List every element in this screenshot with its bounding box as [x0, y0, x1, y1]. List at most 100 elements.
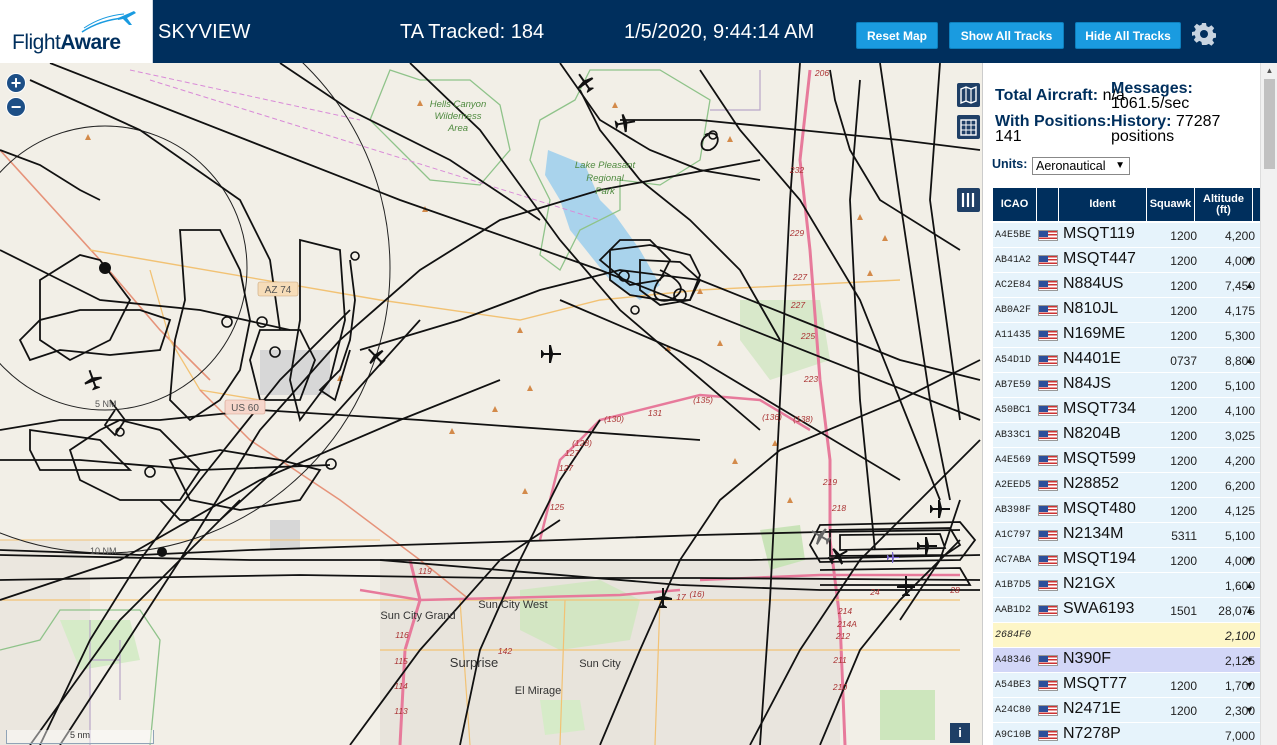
icao-cell: AB41A2	[995, 255, 1032, 266]
icao-cell: 2684F0	[995, 630, 1032, 641]
table-row[interactable]: A2EED5 N28852 1200 6,200	[993, 473, 1263, 498]
panel-scrollbar[interactable]: ▲	[1260, 63, 1277, 745]
zoom-out-button[interactable]: −	[6, 97, 26, 117]
ident-cell: N810JL	[1063, 300, 1119, 317]
icao-cell: A1B7D5	[995, 580, 1032, 591]
table-row[interactable]: A54BE3 MSQT77 1200 1,700 ▼	[993, 673, 1263, 698]
clock: 1/5/2020, 9:44:14 AM	[624, 21, 815, 43]
us-flag-icon	[1038, 430, 1058, 441]
map-label-hells-canyon: Hells Canyon	[430, 99, 487, 110]
us-flag-icon	[1038, 255, 1058, 266]
route-marker: 125	[550, 502, 564, 512]
route-marker: (16)	[689, 589, 704, 599]
map-label-az74: AZ 74	[265, 285, 292, 296]
map-label-lake-2: Regional	[586, 173, 624, 184]
units-label: Units:	[992, 157, 1028, 171]
scroll-up-arrow[interactable]: ▲	[1261, 63, 1277, 78]
squawk-cell: 1200	[1170, 554, 1197, 568]
table-row[interactable]: AC2E84 N884US 1200 7,450 ▲	[993, 273, 1263, 298]
table-row[interactable]: A54D1D N4401E 0737 8,800 ▲	[993, 348, 1263, 373]
table-row[interactable]: 2684F0 2,100	[993, 623, 1263, 648]
altitude-trend-icon: ▼	[1245, 555, 1254, 565]
squawk-cell: 1200	[1170, 429, 1197, 443]
table-row[interactable]: A48346 N390F 2,125 ▼	[993, 648, 1263, 673]
units-select[interactable]: Aeronautical ▼	[1032, 157, 1130, 175]
us-flag-icon	[1038, 605, 1058, 616]
route-marker: 114	[394, 681, 408, 691]
us-flag-icon	[1038, 655, 1058, 666]
map-label-surprise: Surprise	[450, 655, 498, 670]
units-select-value: Aeronautical	[1036, 159, 1106, 173]
icao-cell: AAB1D2	[995, 605, 1032, 616]
table-row[interactable]: A1C797 N2134M 5311 5,100	[993, 523, 1263, 548]
scroll-thumb[interactable]	[1264, 79, 1275, 169]
altitude-cell: 2,100	[1224, 629, 1255, 643]
altitude-cell: 5,100	[1224, 379, 1255, 393]
messages-value: 1061.5/sec	[1111, 95, 1190, 112]
show-all-tracks-button[interactable]: Show All Tracks	[949, 22, 1064, 49]
column-header-altitude[interactable]: Altitude (ft)	[1195, 188, 1253, 221]
table-row[interactable]: AAB1D2 SWA6193 1501 28,075 ▲	[993, 598, 1263, 623]
route-marker: (130)	[604, 414, 624, 424]
with-positions-value: 141	[995, 128, 1022, 145]
ident-cell: MSQT734	[1063, 400, 1136, 417]
columns-icon	[961, 193, 975, 207]
altitude-trend-icon: ▼	[1245, 705, 1254, 715]
squawk-cell: 1200	[1170, 454, 1197, 468]
table-row[interactable]: A24C80 N2471E 1200 2,300 ▼	[993, 698, 1263, 723]
info-button[interactable]: i	[950, 723, 970, 743]
icao-cell: A50BC1	[995, 405, 1032, 416]
gear-icon[interactable]	[1192, 22, 1216, 46]
table-row[interactable]: A9C10B N7278P 7,000	[993, 723, 1263, 745]
ident-cell: N84JS	[1063, 375, 1112, 392]
messages-stat: Messages: 1061.5/sec	[1111, 81, 1193, 112]
route-marker: (138)	[793, 414, 813, 424]
table-row[interactable]: AB7E59 N84JS 1200 5,100	[993, 373, 1263, 398]
ident-cell: N7278P	[1063, 725, 1121, 742]
table-row[interactable]: AB41A2 MSQT447 1200 4,000 ▼	[993, 248, 1263, 273]
table-row[interactable]: AC7ABA MSQT194 1200 4,000 ▼	[993, 548, 1263, 573]
map-label-lake: Lake Pleasant	[575, 160, 636, 171]
table-row[interactable]: AB33C1 N8204B 1200 3,025	[993, 423, 1263, 448]
column-header-flag[interactable]	[1037, 188, 1059, 221]
map-view[interactable]: Hells Canyon Wilderness Area Lake Pleasa…	[0, 63, 982, 745]
grid-button[interactable]	[957, 115, 980, 139]
map-label-sun-city: Sun City	[579, 658, 621, 670]
altitude-trend-icon: ▲	[1245, 605, 1254, 615]
column-header-ident[interactable]: Ident	[1059, 188, 1147, 221]
table-row[interactable]: AB398F MSQT480 1200 4,125	[993, 498, 1263, 523]
zoom-in-button[interactable]: +	[6, 73, 26, 93]
table-row[interactable]: A11435 N169ME 1200 5,300	[993, 323, 1263, 348]
squawk-cell: 1200	[1170, 254, 1197, 268]
icao-cell: AB0A2F	[995, 305, 1032, 316]
flightaware-logo[interactable]: FlightAware	[0, 0, 153, 63]
route-marker: 227	[790, 300, 805, 310]
icao-cell: A54D1D	[995, 355, 1032, 366]
hide-all-tracks-button[interactable]: Hide All Tracks	[1075, 22, 1181, 49]
us-flag-icon	[1038, 380, 1058, 391]
history-stat: History: 77287 positions	[1111, 114, 1221, 145]
table-row[interactable]: A50BC1 MSQT734 1200 4,100	[993, 398, 1263, 423]
altitude-cell: 6,200	[1224, 479, 1255, 493]
toggle-columns-button[interactable]	[957, 188, 980, 212]
column-header-icao[interactable]: ICAO	[993, 188, 1037, 221]
top-bar: FlightAware SKYVIEW TA Tracked: 184 1/5/…	[0, 0, 1277, 63]
table-row[interactable]: A4E569 MSQT599 1200 4,200	[993, 448, 1263, 473]
icao-cell: A2EED5	[995, 480, 1032, 491]
map-canvas[interactable]: Hells Canyon Wilderness Area Lake Pleasa…	[0, 63, 982, 745]
app-title: SKYVIEW	[158, 21, 251, 43]
altitude-cell: 3,025	[1224, 429, 1255, 443]
squawk-cell: 1200	[1170, 379, 1197, 393]
squawk-cell: 1501	[1170, 604, 1197, 618]
altitude-trend-icon: ▲	[1245, 280, 1254, 290]
reset-map-button[interactable]: Reset Map	[856, 22, 938, 49]
table-row[interactable]: A1B7D5 N21GX 1,600 ▲	[993, 573, 1263, 598]
icao-cell: AB398F	[995, 505, 1032, 516]
table-row[interactable]: A4E5BE MSQT119 1200 4,200	[993, 223, 1263, 248]
route-marker: 113	[394, 706, 408, 716]
ident-cell: N8204B	[1063, 425, 1121, 442]
table-row[interactable]: AB0A2F N810JL 1200 4,175	[993, 298, 1263, 323]
logo-wordmark: FlightAware	[12, 31, 121, 54]
column-header-squawk[interactable]: Squawk	[1147, 188, 1195, 221]
map-layers-button[interactable]	[957, 83, 980, 107]
